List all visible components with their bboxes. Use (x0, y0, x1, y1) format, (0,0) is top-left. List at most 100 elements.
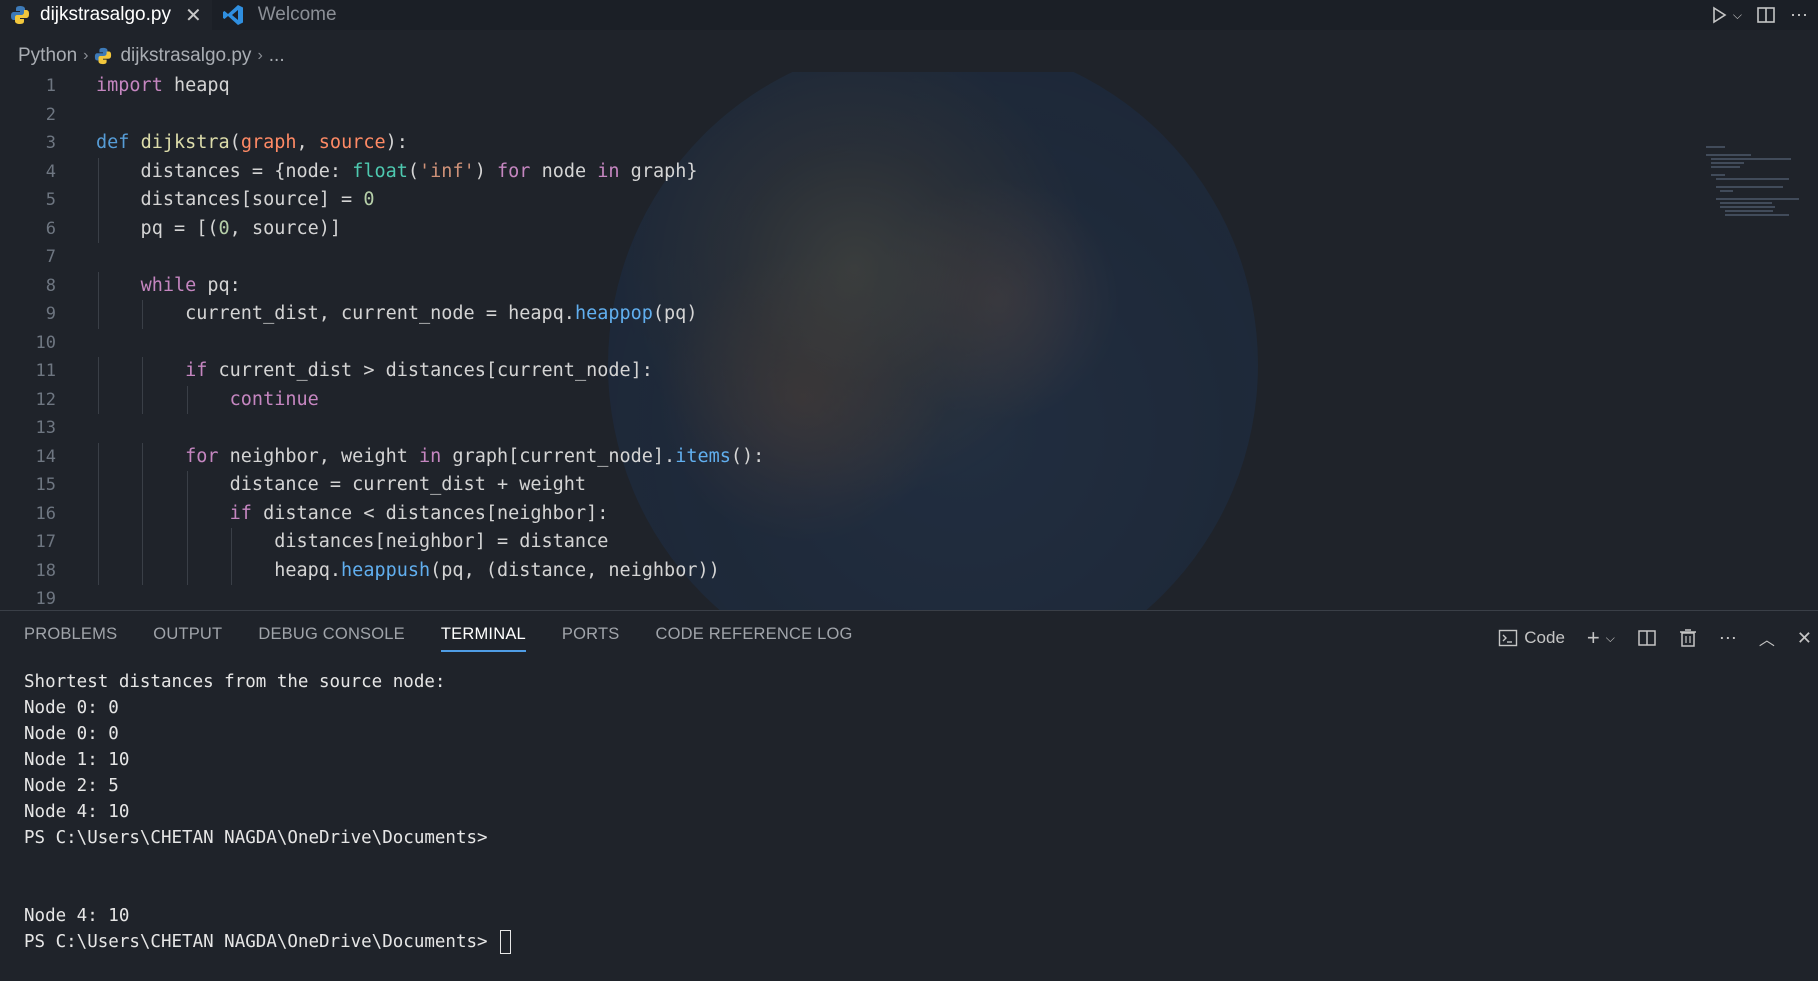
line-number: 2 (45, 104, 56, 125)
tab-label: dijkstrasalgo.py (40, 4, 171, 25)
trash-icon[interactable] (1679, 628, 1697, 648)
terminal-profile-selector[interactable]: Code (1498, 628, 1565, 648)
line-number: 9 (45, 304, 56, 324)
line-number: 7 (45, 247, 56, 267)
tab-label: Welcome (257, 4, 337, 25)
tab-output[interactable]: OUTPUT (153, 625, 222, 652)
indent-guide (98, 556, 99, 585)
terminal-line: Node 4: 10 (24, 802, 130, 822)
line-number: 19 (35, 589, 56, 609)
split-terminal-icon[interactable] (1637, 628, 1657, 648)
more-actions-icon[interactable]: ⋯ (1790, 5, 1808, 26)
breadcrumb: Python › dijkstrasalgo.py › ... (18, 44, 285, 68)
breadcrumb-file[interactable]: dijkstrasalgo.py (120, 45, 251, 67)
indent-guide (98, 528, 99, 557)
code-line[interactable] (96, 414, 1698, 443)
line-number: 11 (35, 361, 56, 381)
terminal-line: Shortest distances from the source node: (24, 672, 446, 692)
code-line[interactable]: if distance < distances[neighbor]: (96, 499, 1698, 528)
chevron-right-icon: › (257, 47, 263, 64)
line-number: 8 (45, 275, 56, 296)
tab-code-reference-log[interactable]: CODE REFERENCE LOG (655, 625, 852, 652)
terminal-prompt: PS C:\Users\CHETAN NAGDA\OneDrive\Docume… (24, 932, 499, 952)
code-line[interactable] (96, 101, 1698, 130)
new-terminal-button[interactable]: + ⌵ (1587, 625, 1615, 651)
minimap-line (1706, 146, 1726, 148)
line-number: 5 (45, 190, 56, 210)
code-line[interactable] (96, 329, 1698, 358)
close-icon[interactable]: ✕ (1797, 628, 1812, 649)
editor-tab-bar: dijkstrasalgo.py ✕ Welcome ⌵ ⋯ (0, 0, 1818, 30)
terminal-output[interactable]: Shortest distances from the source node:… (24, 669, 512, 955)
panel-tab-strip: PROBLEMS OUTPUT DEBUG CONSOLE TERMINAL P… (24, 625, 889, 652)
line-number: 6 (45, 218, 56, 239)
line-number-gutter: 1 2 3 4 5 6 7 8 9 10 11 12 13 14 15 16 1… (0, 72, 62, 610)
indent-guide (98, 357, 99, 386)
code-line[interactable]: current_dist, current_node = heapq.heapp… (96, 300, 1698, 329)
close-icon[interactable]: ✕ (185, 3, 202, 28)
line-number: 12 (35, 389, 56, 410)
maximize-panel-icon[interactable]: ︿ (1759, 626, 1775, 650)
indent-guide (98, 157, 99, 186)
indent-guide (186, 499, 188, 528)
tab-ports[interactable]: PORTS (562, 625, 620, 652)
terminal-line: Node 4: 10 (24, 906, 130, 926)
panel-actions: Code + ⌵ ⋯ ︿ ✕ (1498, 625, 1812, 651)
code-line[interactable]: distances[source] = 0 (96, 186, 1698, 215)
terminal-prompt-line[interactable]: PS C:\Users\CHETAN NAGDA\OneDrive\Docume… (24, 929, 512, 955)
tab-debug-console[interactable]: DEBUG CONSOLE (258, 625, 405, 652)
minimap-line (1710, 166, 1740, 168)
chevron-down-icon[interactable]: ⌵ (1733, 8, 1742, 23)
code-line[interactable]: continue (96, 385, 1698, 414)
code-line[interactable]: while pq: (96, 271, 1698, 300)
minimap-line (1710, 158, 1791, 160)
line-number: 1 (45, 76, 56, 96)
code-line[interactable]: for neighbor, weight in graph[current_no… (96, 442, 1698, 471)
minimap-line (1725, 210, 1774, 212)
line-number: 14 (35, 446, 56, 467)
tab-terminal[interactable]: TERMINAL (440, 625, 526, 652)
indent-guide (231, 528, 233, 557)
code-line[interactable]: distance = current_dist + weight (96, 471, 1698, 500)
code-line[interactable]: pq = [(0, source)] (96, 214, 1698, 243)
line-number: 17 (35, 532, 56, 552)
editor-actions: ⌵ ⋯ (1709, 0, 1818, 30)
terminal-line: PS C:\Users\CHETAN NAGDA\OneDrive\Docume… (24, 828, 488, 848)
tab-welcome[interactable]: Welcome (212, 0, 347, 30)
code-line[interactable]: def dijkstra(graph, source): (96, 129, 1698, 158)
indent-guide (98, 471, 99, 500)
indent-guide (142, 385, 144, 414)
code-line[interactable]: distances = {node: float('inf') for node… (96, 157, 1698, 186)
code-line[interactable] (96, 585, 1698, 610)
minimap-line (1725, 214, 1790, 216)
indent-guide (231, 556, 233, 585)
code-line[interactable]: heapq.heappush(pq, (distance, neighbor)) (96, 556, 1698, 585)
indent-guide (142, 528, 144, 557)
code-lines[interactable]: import heapq def dijkstra(graph, source):… (96, 72, 1698, 610)
more-actions-icon[interactable]: ⋯ (1719, 628, 1737, 649)
code-line[interactable]: distances[neighbor] = distance (96, 528, 1698, 557)
minimap[interactable] (1706, 146, 1816, 246)
chevron-right-icon: › (83, 47, 89, 64)
minimap-line (1706, 154, 1751, 156)
chevron-down-icon[interactable]: ⌵ (1606, 631, 1615, 646)
indent-guide (186, 556, 188, 585)
python-icon (11, 6, 29, 24)
indent-guide (98, 385, 99, 414)
code-line[interactable]: if current_dist > distances[current_node… (96, 357, 1698, 386)
code-line[interactable] (96, 243, 1698, 272)
code-line[interactable]: import heapq (96, 72, 1698, 101)
breadcrumb-more[interactable]: ... (269, 45, 285, 67)
tab-problems[interactable]: PROBLEMS (24, 625, 117, 652)
code-editor[interactable]: 1 2 3 4 5 6 7 8 9 10 11 12 13 14 15 16 1… (0, 72, 1818, 610)
run-icon[interactable] (1709, 5, 1729, 25)
indent-guide (98, 499, 99, 528)
terminal-line: Node 2: 5 (24, 776, 119, 796)
indent-guide (98, 300, 99, 329)
line-number: 18 (35, 560, 56, 581)
tab-dijkstrasalgo[interactable]: dijkstrasalgo.py ✕ (0, 0, 212, 30)
split-editor-icon[interactable] (1756, 5, 1776, 25)
minimap-line (1720, 202, 1772, 204)
breadcrumb-root[interactable]: Python (18, 45, 77, 67)
indent-guide (142, 442, 144, 471)
